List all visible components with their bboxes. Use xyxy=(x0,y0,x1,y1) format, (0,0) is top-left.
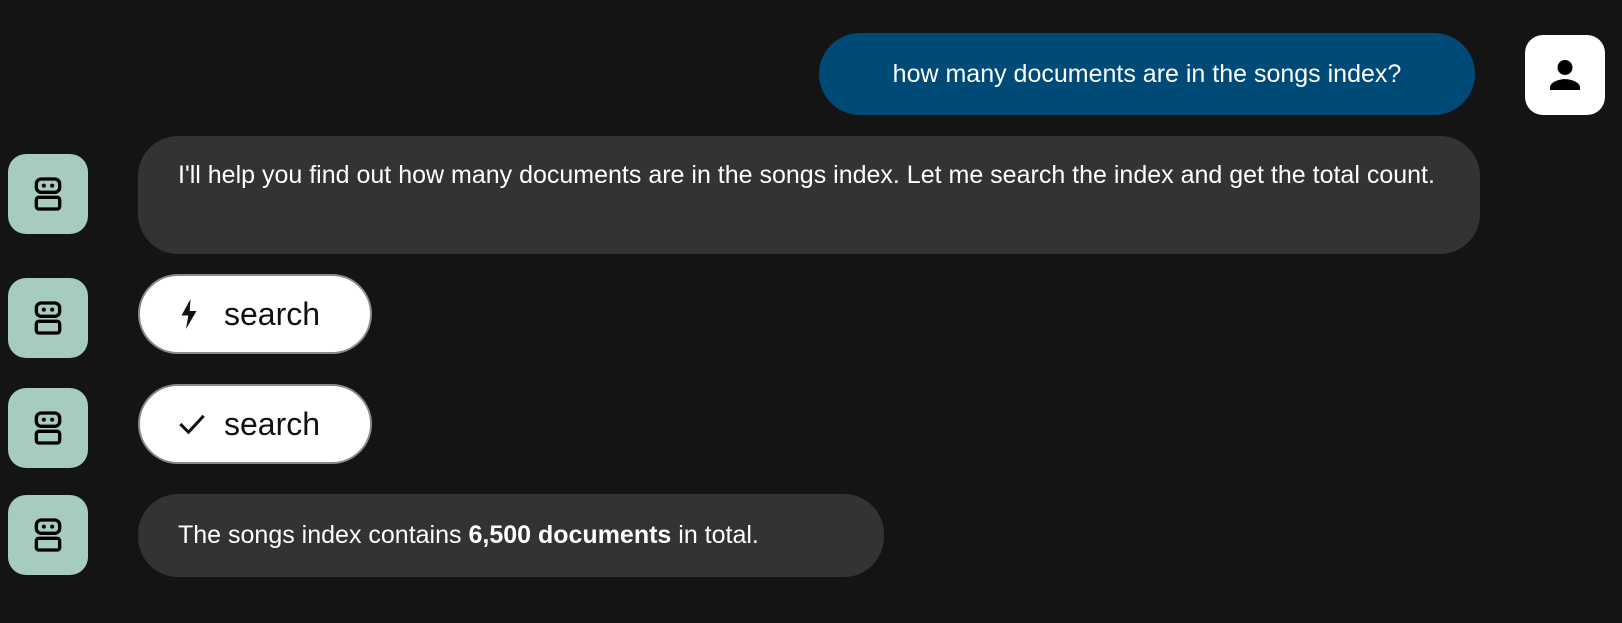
bot-avatar xyxy=(8,495,88,575)
answer-suffix: in total. xyxy=(671,521,759,549)
check-icon xyxy=(178,412,214,436)
bot-avatar xyxy=(8,388,88,468)
tool-call-label: search xyxy=(224,295,321,332)
chat-transcript: how many documents are in the songs inde… xyxy=(0,0,1622,623)
assistant-message-bubble: I'll help you find out how many document… xyxy=(138,136,1480,254)
tool-call-label: search xyxy=(224,405,321,442)
bot-avatar xyxy=(8,278,88,358)
answer-text: The songs index contains 6,500 documents… xyxy=(178,518,759,553)
assistant-answer-bubble: The songs index contains 6,500 documents… xyxy=(138,494,884,577)
assistant-message-text: I'll help you find out how many document… xyxy=(178,161,1435,189)
robot-icon xyxy=(34,518,62,552)
answer-highlight: 6,500 documents xyxy=(468,521,672,549)
robot-icon xyxy=(34,411,62,445)
tool-call-search-complete[interactable]: search xyxy=(138,384,372,464)
robot-icon xyxy=(34,301,62,335)
bot-avatar xyxy=(8,154,88,234)
user-avatar xyxy=(1525,35,1605,115)
answer-prefix: The songs index contains xyxy=(178,521,469,549)
tool-call-search-running[interactable]: search xyxy=(138,274,372,354)
person-icon xyxy=(1550,60,1580,90)
user-message-bubble: how many documents are in the songs inde… xyxy=(819,33,1475,115)
robot-icon xyxy=(34,177,62,211)
bolt-icon xyxy=(178,299,214,329)
user-message-text: how many documents are in the songs inde… xyxy=(892,59,1402,88)
